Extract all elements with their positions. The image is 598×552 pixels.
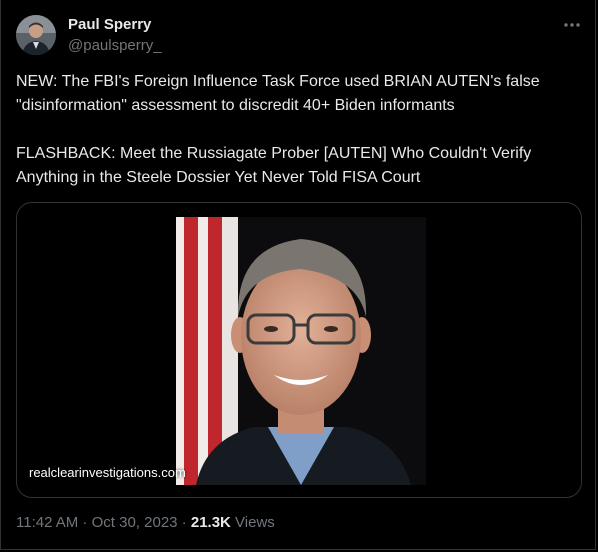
tweet-text: NEW: The FBI's Foreign Influence Task Fo… (16, 70, 586, 190)
link-card[interactable]: realclearinvestigations.com (16, 202, 582, 498)
tweet-time[interactable]: 11:42 AM (16, 514, 78, 531)
more-horizontal-icon[interactable] (561, 14, 583, 36)
author-display-name[interactable]: Paul Sperry (68, 16, 151, 33)
meta-separator: · (177, 514, 191, 531)
tweet-meta: 11:42 AM · Oct 30, 2023 · 21.3K Views (16, 514, 275, 531)
card-domain[interactable]: realclearinvestigations.com (29, 465, 186, 480)
tweet-paragraph: FLASHBACK: Meet the Russiagate Prober [A… (16, 145, 532, 186)
tweet-date[interactable]: Oct 30, 2023 (92, 514, 178, 531)
views-label: Views (230, 514, 275, 531)
tweet: Paul Sperry @paulsperry_ NEW: The FBI's … (0, 0, 596, 550)
meta-separator: · (78, 514, 92, 531)
views-count[interactable]: 21.3K (191, 514, 231, 531)
avatar-image (16, 15, 56, 55)
tweet-paragraph: NEW: The FBI's Foreign Influence Task Fo… (16, 73, 540, 114)
avatar[interactable] (16, 15, 56, 55)
author-handle[interactable]: @paulsperry_ (68, 37, 162, 54)
card-photo (176, 217, 426, 485)
